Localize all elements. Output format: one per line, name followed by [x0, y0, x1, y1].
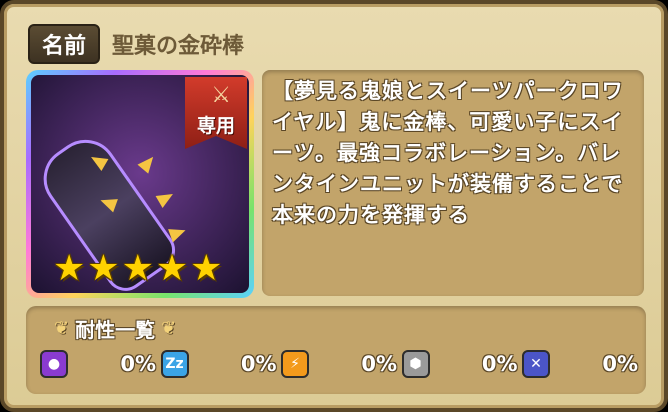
description-box: 【夢見る鬼娘とスイーツパークロワ イヤル】鬼に金棒、可愛い子にスイ ーツ。最強コ… — [262, 70, 644, 296]
poison-icon: ● — [40, 350, 68, 378]
resistance-title: ❦ 耐性一覧 ❦ — [48, 314, 182, 343]
title-bar: 名前 聖菓の金砕棒 — [28, 24, 245, 64]
description-line: 【夢見る鬼娘とスイーツパークロワ — [272, 79, 624, 103]
resistance-value: 0% — [120, 352, 156, 376]
item-name: 聖菓の金砕棒 — [112, 34, 245, 59]
star-icon: ★ — [155, 248, 189, 289]
description-line: ーツ。最強コラボレーション。バレ — [272, 141, 622, 165]
description-line: 本来の力を発揮する — [272, 203, 470, 227]
resistance-title-text: 耐性一覧 — [75, 318, 156, 342]
resistance-item: ● 0% — [40, 350, 156, 378]
star-icon: ★ — [121, 248, 154, 289]
resistance-item: ⚡ 0% — [281, 350, 397, 378]
item-icon-frame: ⚔ 専用 ★ ★ ★ ★ ★ — [26, 70, 254, 298]
crossed-swords-icon: ⚔ — [211, 83, 231, 108]
ornament-left-icon: ❦ — [54, 318, 70, 339]
equipment-card: 名前 聖菓の金砕棒 ⚔ 専用 ★ ★ ★ ★ ★ 【夢見る鬼娘とスイーツパークロ… — [0, 0, 668, 412]
resistance-item: ⬢ 0% — [401, 350, 518, 378]
resistance-panel: ❦ 耐性一覧 ❦ ● 0% Zz 0% ⚡ 0% ⬢ 0% ✕ 0% — [26, 306, 646, 394]
rarity-stars: ★ ★ ★ ★ ★ — [53, 251, 222, 287]
resistance-value: 0% — [240, 352, 277, 376]
resistance-value: 0% — [602, 352, 638, 376]
resistance-item: Zz 0% — [160, 350, 277, 378]
seal-icon: ✕ — [522, 350, 550, 378]
exclusive-label: 専用 — [196, 115, 235, 137]
paralysis-icon: ⚡ — [281, 350, 309, 378]
resistance-value: 0% — [361, 352, 397, 376]
name-tag: 名前 — [28, 24, 101, 64]
star-icon: ★ — [190, 248, 223, 289]
ornament-right-icon: ❦ — [161, 318, 177, 339]
description-line: ンタインユニットが装備することで — [272, 172, 624, 196]
resistance-value: 0% — [481, 352, 518, 376]
resistance-row: ● 0% Zz 0% ⚡ 0% ⬢ 0% ✕ 0% — [40, 350, 638, 378]
sleep-icon: Zz — [160, 350, 189, 378]
description-line: イヤル】鬼に金棒、可愛い子にスイ — [272, 110, 624, 134]
club-weapon-icon: ⚔ 専用 ★ ★ ★ ★ ★ — [31, 75, 249, 293]
star-icon: ★ — [53, 248, 86, 289]
petrify-icon: ⬢ — [401, 350, 430, 378]
resistance-item: ✕ 0% — [522, 350, 638, 378]
star-icon: ★ — [87, 248, 120, 289]
